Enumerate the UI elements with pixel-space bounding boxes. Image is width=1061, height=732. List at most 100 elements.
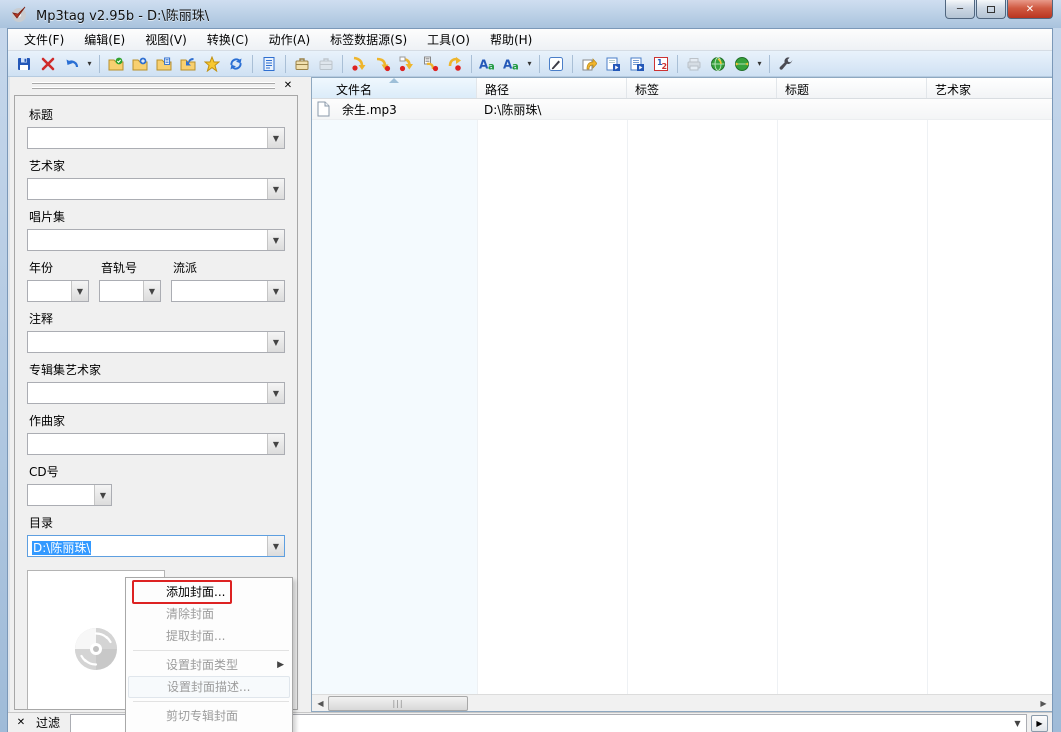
panel-splitter[interactable]	[301, 77, 311, 712]
websource-icon	[711, 56, 725, 71]
tag-cut-button[interactable]	[347, 53, 371, 75]
websource-menu-button[interactable]	[730, 53, 754, 75]
menu-tools[interactable]: 工具(O)	[417, 29, 480, 50]
file-path-cell: D:\陈丽珠\	[484, 102, 542, 117]
extended-tags-button[interactable]	[257, 53, 281, 75]
tag-copy-case-icon	[295, 57, 309, 70]
album-artist-field[interactable]: ▼	[27, 382, 285, 404]
chevron-down-icon[interactable]: ▼	[94, 485, 111, 505]
composer-field[interactable]: ▼	[27, 433, 285, 455]
undo-dropdown[interactable]: ▾	[84, 53, 95, 75]
album-artist-label: 专辑集艺术家	[29, 363, 102, 377]
menu-help[interactable]: 帮助(H)	[480, 29, 542, 50]
menu-convert[interactable]: 转换(C)	[197, 29, 259, 50]
menu-item-remove-cover: 清除封面	[166, 607, 215, 621]
column-header-filename[interactable]: 文件名	[312, 78, 477, 98]
change-directory-button[interactable]	[176, 53, 200, 75]
chevron-down-icon[interactable]: ▼	[267, 281, 284, 301]
convert-tag-filename-button[interactable]: Aa	[476, 53, 500, 75]
artist-field[interactable]: ▼	[27, 178, 285, 200]
chevron-down-icon[interactable]: ▼	[1009, 715, 1026, 732]
chevron-down-icon[interactable]: ▼	[71, 281, 88, 301]
tag-copy-button[interactable]	[371, 53, 395, 75]
horizontal-scrollbar[interactable]: ◀ ||| ▶	[312, 694, 1052, 711]
title-field[interactable]: ▼	[27, 127, 285, 149]
play-icon	[606, 57, 620, 71]
filter-close-icon[interactable]: ✕	[14, 717, 28, 728]
album-label: 唱片集	[29, 210, 66, 224]
folder-playlist-button[interactable]	[152, 53, 176, 75]
scroll-left-icon[interactable]: ◀	[312, 695, 329, 711]
scroll-right-icon[interactable]: ▶	[1035, 695, 1052, 711]
album-field[interactable]: ▼	[27, 229, 285, 251]
refresh-button[interactable]	[224, 53, 248, 75]
title-label: 标题	[29, 108, 54, 122]
genre-field[interactable]: ▼	[171, 280, 285, 302]
chevron-down-icon[interactable]: ▼	[267, 383, 284, 403]
chevron-down-icon[interactable]: ▼	[267, 332, 284, 352]
year-field[interactable]: ▼	[27, 280, 89, 302]
options-button[interactable]	[774, 53, 798, 75]
websource-button[interactable]	[706, 53, 730, 75]
tag-remove-button[interactable]	[443, 53, 467, 75]
websource-dropdown[interactable]: ▾	[754, 53, 765, 75]
tag-copy-icon	[376, 57, 391, 71]
disc-number-field[interactable]: ▼	[27, 484, 112, 506]
tag-paste-button[interactable]	[395, 53, 419, 75]
convert-filename-tag-button[interactable]: Aa	[500, 53, 524, 75]
playlist-button[interactable]	[625, 53, 649, 75]
column-header-path[interactable]: 路径	[477, 78, 627, 98]
directory-field[interactable]: D:\陈丽珠\ ▼	[27, 535, 285, 557]
print-button[interactable]	[682, 53, 706, 75]
undo-button[interactable]	[60, 53, 84, 75]
file-row[interactable]: 余生.mp3 D:\陈丽珠\	[312, 99, 1052, 120]
menu-actions[interactable]: 动作(A)	[259, 29, 321, 50]
chevron-down-icon[interactable]: ▼	[267, 434, 284, 454]
panel-close-icon[interactable]: ✕	[281, 79, 295, 93]
menu-separator	[133, 701, 289, 702]
folder-ok-icon	[108, 57, 124, 70]
folder-add-button[interactable]	[128, 53, 152, 75]
folder-ok-button[interactable]	[104, 53, 128, 75]
edit-tag-button[interactable]	[544, 53, 568, 75]
menu-item-add-cover[interactable]: 添加封面...	[126, 581, 292, 603]
tag-copy-case-button[interactable]	[290, 53, 314, 75]
chevron-down-icon[interactable]: ▼	[267, 230, 284, 250]
remove-tag-button[interactable]	[36, 53, 60, 75]
play-button[interactable]	[601, 53, 625, 75]
column-header-title[interactable]: 标题	[777, 78, 927, 98]
chevron-down-icon[interactable]: ▼	[267, 179, 284, 199]
close-button[interactable]: ✕	[1007, 0, 1053, 19]
convert-filename-tag-icon: Aa	[503, 57, 519, 72]
chevron-down-icon[interactable]: ▼	[143, 281, 160, 301]
tag-paste-merge-button[interactable]	[419, 53, 443, 75]
filter-apply-button[interactable]: ▶	[1031, 715, 1048, 732]
autonumber-button[interactable]: 12	[649, 53, 673, 75]
toolbar-separator	[572, 54, 573, 73]
menu-tag-sources[interactable]: 标签数据源(S)	[320, 29, 417, 50]
chevron-down-icon[interactable]: ▼	[267, 128, 284, 148]
tag-paste-case-button[interactable]	[314, 53, 338, 75]
scrollbar-thumb[interactable]: |||	[328, 696, 468, 711]
track-field[interactable]: ▼	[99, 280, 161, 302]
filter-label: 过滤	[36, 716, 61, 730]
chevron-down-icon[interactable]: ▼	[267, 536, 284, 556]
menu-view[interactable]: 视图(V)	[135, 29, 197, 50]
column-header-tag[interactable]: 标签	[627, 78, 777, 98]
menu-item-cut-cover: 剪切专辑封面	[166, 709, 239, 723]
panel-grip[interactable]: ✕	[14, 79, 297, 93]
maximize-button[interactable]	[976, 0, 1006, 19]
menu-file[interactable]: 文件(F)	[14, 29, 74, 50]
minimize-button[interactable]: ─	[945, 0, 975, 19]
favorites-button[interactable]	[200, 53, 224, 75]
column-header-artist[interactable]: 艺术家	[927, 78, 1052, 98]
save-button[interactable]	[12, 53, 36, 75]
comment-field[interactable]: ▼	[27, 331, 285, 353]
menu-edit[interactable]: 编辑(E)	[74, 29, 135, 50]
actions-icon	[582, 57, 597, 70]
actions-button[interactable]	[577, 53, 601, 75]
convert-dropdown[interactable]: ▾	[524, 53, 535, 75]
menu-bar: 文件(F) 编辑(E) 视图(V) 转换(C) 动作(A) 标签数据源(S) 工…	[8, 29, 1052, 51]
svg-text:2: 2	[662, 62, 668, 71]
composer-label: 作曲家	[29, 414, 66, 428]
